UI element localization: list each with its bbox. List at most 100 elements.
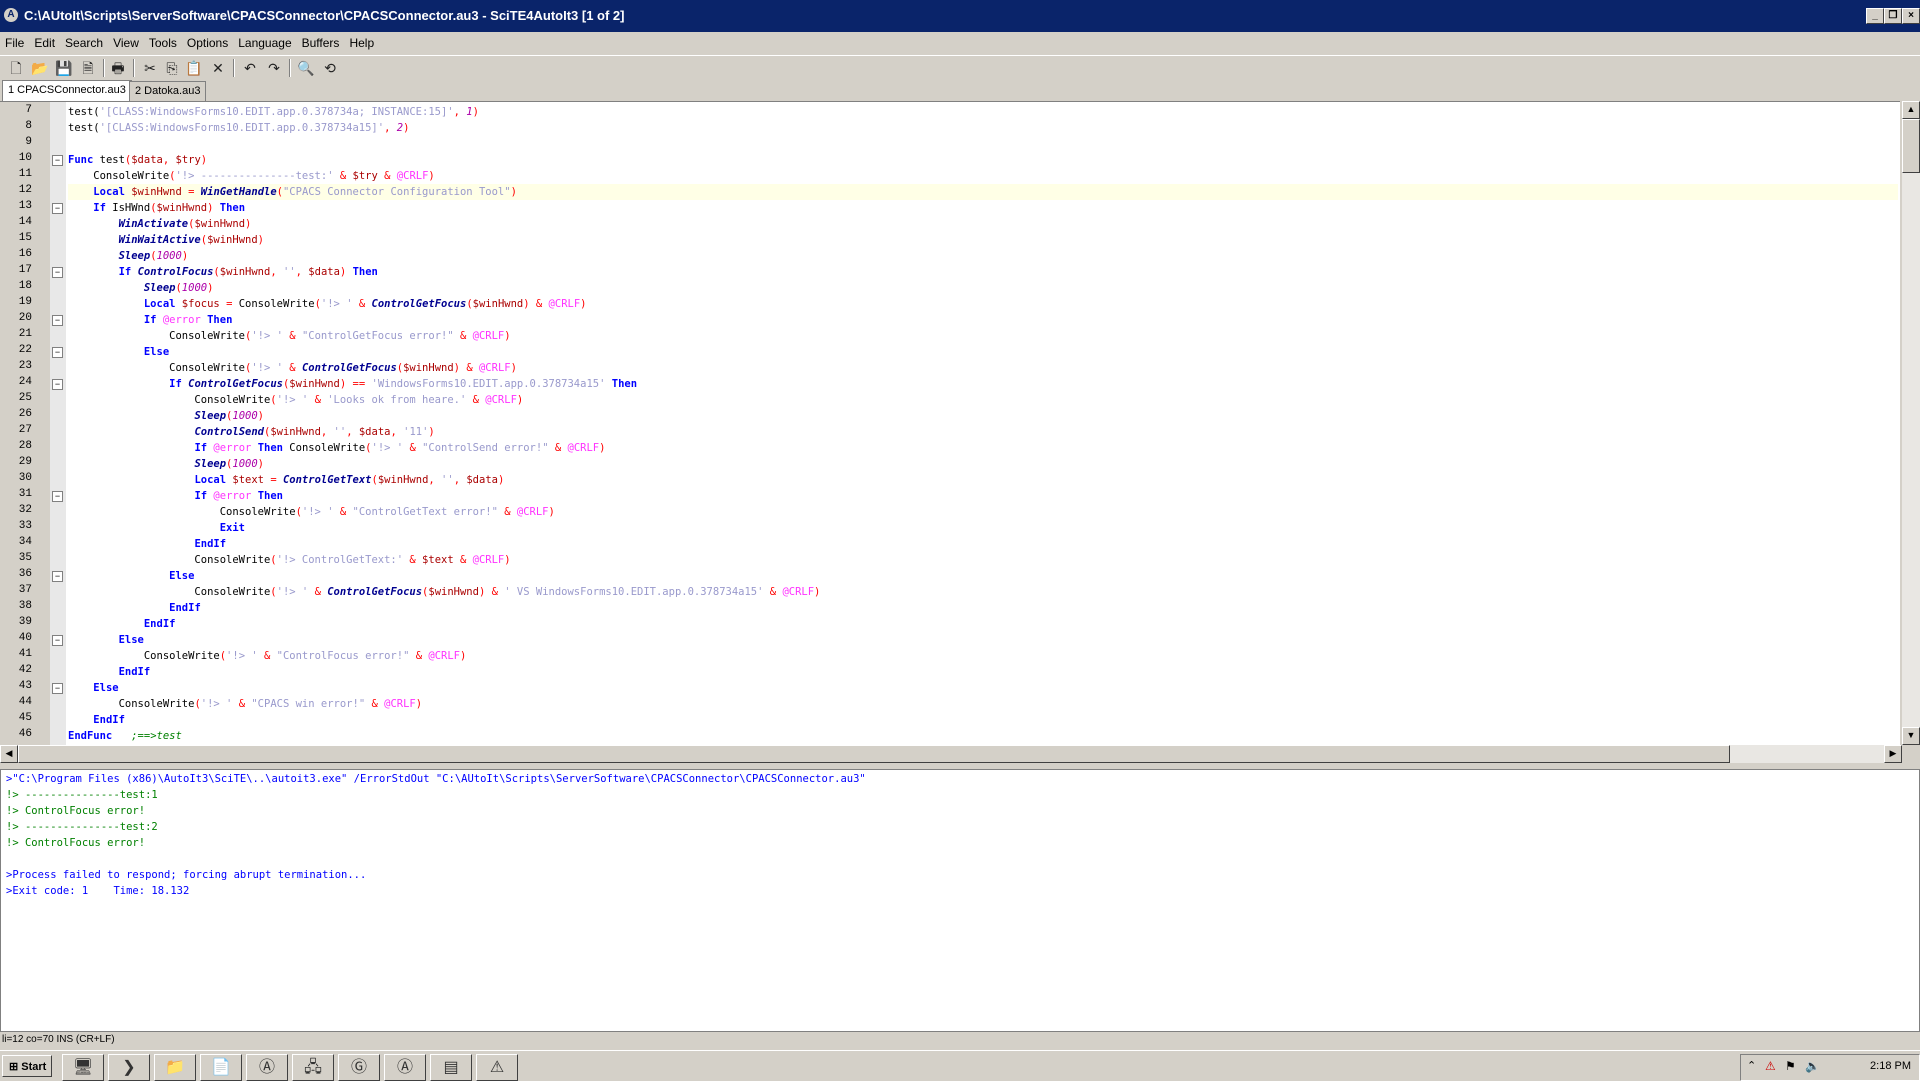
menu-view[interactable]: View [108, 34, 144, 52]
replace-icon[interactable]: ⟲ [320, 58, 340, 78]
app-icon[interactable]: A [4, 8, 18, 22]
print-icon[interactable]: 🖶 [108, 58, 128, 78]
code-line[interactable]: Else [68, 568, 1898, 584]
network-icon[interactable]: ⚠ [1765, 1059, 1776, 1073]
code-line[interactable]: EndIf [68, 664, 1898, 680]
code-line[interactable]: EndIf [68, 536, 1898, 552]
horizontal-scroll-thumb[interactable] [18, 745, 1730, 763]
code-line[interactable]: Else [68, 344, 1898, 360]
code-line[interactable]: If IsHWnd($winHwnd) Then [68, 200, 1898, 216]
code-line[interactable]: WinWaitActive($winHwnd) [68, 232, 1898, 248]
code-line[interactable] [68, 136, 1898, 152]
scroll-right-icon[interactable]: ▶ [1884, 745, 1902, 763]
warning-icon[interactable]: ⚠ [476, 1054, 518, 1081]
code-line[interactable]: If ControlFocus($winHwnd, '', $data) The… [68, 264, 1898, 280]
fold-toggle-icon[interactable]: − [52, 491, 63, 502]
horizontal-scrollbar[interactable]: ◀ ▶ [0, 745, 1902, 763]
cmd-icon[interactable]: ▤ [430, 1054, 472, 1081]
fold-toggle-icon[interactable]: − [52, 267, 63, 278]
ge-icon[interactable]: Ⓖ [338, 1054, 380, 1081]
clock[interactable]: 2:18 PM [1870, 1060, 1911, 1072]
code-line[interactable]: Else [68, 680, 1898, 696]
code-line[interactable]: If @error Then [68, 312, 1898, 328]
minimize-button[interactable]: _ [1866, 8, 1884, 24]
find-icon[interactable]: 🔍 [296, 58, 316, 78]
code-line[interactable]: ConsoleWrite('!> ' & "CPACS win error!" … [68, 696, 1898, 712]
code-line[interactable]: If @error Then ConsoleWrite('!> ' & "Con… [68, 440, 1898, 456]
undo-icon[interactable]: ↶ [240, 58, 260, 78]
delete-icon[interactable]: ✕ [208, 58, 228, 78]
fold-toggle-icon[interactable]: − [52, 203, 63, 214]
flag-icon[interactable]: ⚑ [1785, 1059, 1796, 1073]
scroll-up-icon[interactable]: ▲ [1902, 101, 1920, 119]
menu-help[interactable]: Help [344, 34, 379, 52]
code-line[interactable]: ConsoleWrite('!> ' & ControlGetFocus($wi… [68, 584, 1898, 600]
volume-icon[interactable]: 🔈 [1805, 1059, 1820, 1073]
fold-toggle-icon[interactable]: − [52, 347, 63, 358]
menu-file[interactable]: File [0, 34, 29, 52]
autoit-icon[interactable]: Ⓐ [246, 1054, 288, 1081]
notepad-icon[interactable]: 📄 [200, 1054, 242, 1081]
code-line[interactable]: Sleep(1000) [68, 456, 1898, 472]
code-line[interactable]: If ControlGetFocus($winHwnd) == 'Windows… [68, 376, 1898, 392]
close-file-icon[interactable]: 🗎 [78, 58, 98, 78]
code-line[interactable]: ConsoleWrite('!> ---------------test:' &… [68, 168, 1898, 184]
vertical-scrollbar[interactable]: ▲ ▼ [1902, 101, 1920, 745]
code-line[interactable]: EndFunc ;==>test [68, 728, 1898, 744]
menu-search[interactable]: Search [60, 34, 108, 52]
menu-options[interactable]: Options [182, 34, 233, 52]
code-line[interactable]: ConsoleWrite('!> ' & 'Looks ok from hear… [68, 392, 1898, 408]
paste-icon[interactable]: 📋 [184, 58, 204, 78]
network-icon[interactable]: 🖧 [292, 1054, 334, 1081]
explorer-icon[interactable]: 📁 [154, 1054, 196, 1081]
code-line[interactable]: EndIf [68, 600, 1898, 616]
save-icon[interactable]: 💾 [54, 58, 74, 78]
code-line[interactable]: ControlSend($winHwnd, '', $data, '11') [68, 424, 1898, 440]
code-line[interactable]: ConsoleWrite('!> ' & "ControlGetText err… [68, 504, 1898, 520]
code-line[interactable]: Else [68, 632, 1898, 648]
copy-icon[interactable]: ⎘ [162, 58, 182, 78]
output-pane[interactable]: >"C:\Program Files (x86)\AutoIt3\SciTE\.… [0, 769, 1920, 1032]
fold-toggle-icon[interactable]: − [52, 315, 63, 326]
powershell-icon[interactable]: ❯ [108, 1054, 150, 1081]
tab-datoka[interactable]: 2 Datoka.au3 [129, 81, 207, 101]
code-line[interactable]: EndIf [68, 616, 1898, 632]
redo-icon[interactable]: ↷ [264, 58, 284, 78]
menu-edit[interactable]: Edit [29, 34, 60, 52]
code-line[interactable]: ConsoleWrite('!> ' & "ControlGetFocus er… [68, 328, 1898, 344]
scroll-left-icon[interactable]: ◀ [0, 745, 18, 763]
fold-toggle-icon[interactable]: − [52, 683, 63, 694]
fold-margin[interactable]: − − − − − − − − − − [50, 102, 66, 746]
fold-toggle-icon[interactable]: − [52, 571, 63, 582]
code-line[interactable]: test('[CLASS:WindowsForms10.EDIT.app.0.3… [68, 120, 1898, 136]
code-line[interactable]: ConsoleWrite('!> ' & ControlGetFocus($wi… [68, 360, 1898, 376]
code-line[interactable]: Func test($data, $try) [68, 152, 1898, 168]
menu-tools[interactable]: Tools [144, 34, 182, 52]
new-icon[interactable]: 🗋 [6, 58, 26, 78]
server-manager-icon[interactable]: 🖥 [62, 1054, 104, 1081]
fold-toggle-icon[interactable]: − [52, 379, 63, 390]
menu-buffers[interactable]: Buffers [297, 34, 345, 52]
code-line[interactable]: Local $winHwnd = WinGetHandle("CPACS Con… [68, 184, 1898, 200]
code-line[interactable]: Local $focus = ConsoleWrite('!> ' & Cont… [68, 296, 1898, 312]
tab-cpacsconnector[interactable]: 1 CPACSConnector.au3 [2, 80, 132, 101]
start-button[interactable]: ⊞ Start [2, 1055, 52, 1077]
open-icon[interactable]: 📂 [30, 58, 50, 78]
scroll-down-icon[interactable]: ▼ [1902, 727, 1920, 745]
code-editor[interactable]: 7 8 9 10 11 12 13 14 15 16 17 18 19 20 21 22 23 24 25 26 27 2… [0, 101, 1900, 746]
vertical-scroll-thumb[interactable] [1902, 119, 1920, 173]
code-line[interactable]: If @error Then [68, 488, 1898, 504]
close-button[interactable]: × [1902, 8, 1920, 24]
fold-toggle-icon[interactable]: − [52, 155, 63, 166]
code-line[interactable]: ConsoleWrite('!> ControlGetText:' & $tex… [68, 552, 1898, 568]
code-line[interactable]: test('[CLASS:WindowsForms10.EDIT.app.0.3… [68, 104, 1898, 120]
code-line[interactable]: Sleep(1000) [68, 280, 1898, 296]
menu-language[interactable]: Language [233, 34, 296, 52]
code-line[interactable]: ConsoleWrite('!> ' & "ControlFocus error… [68, 648, 1898, 664]
code-line[interactable]: Sleep(1000) [68, 408, 1898, 424]
code-line[interactable]: EndIf [68, 712, 1898, 728]
code-line[interactable]: Exit [68, 520, 1898, 536]
autoit-icon[interactable]: Ⓐ [384, 1054, 426, 1081]
cut-icon[interactable]: ✂ [140, 58, 160, 78]
code-line[interactable]: Sleep(1000) [68, 248, 1898, 264]
